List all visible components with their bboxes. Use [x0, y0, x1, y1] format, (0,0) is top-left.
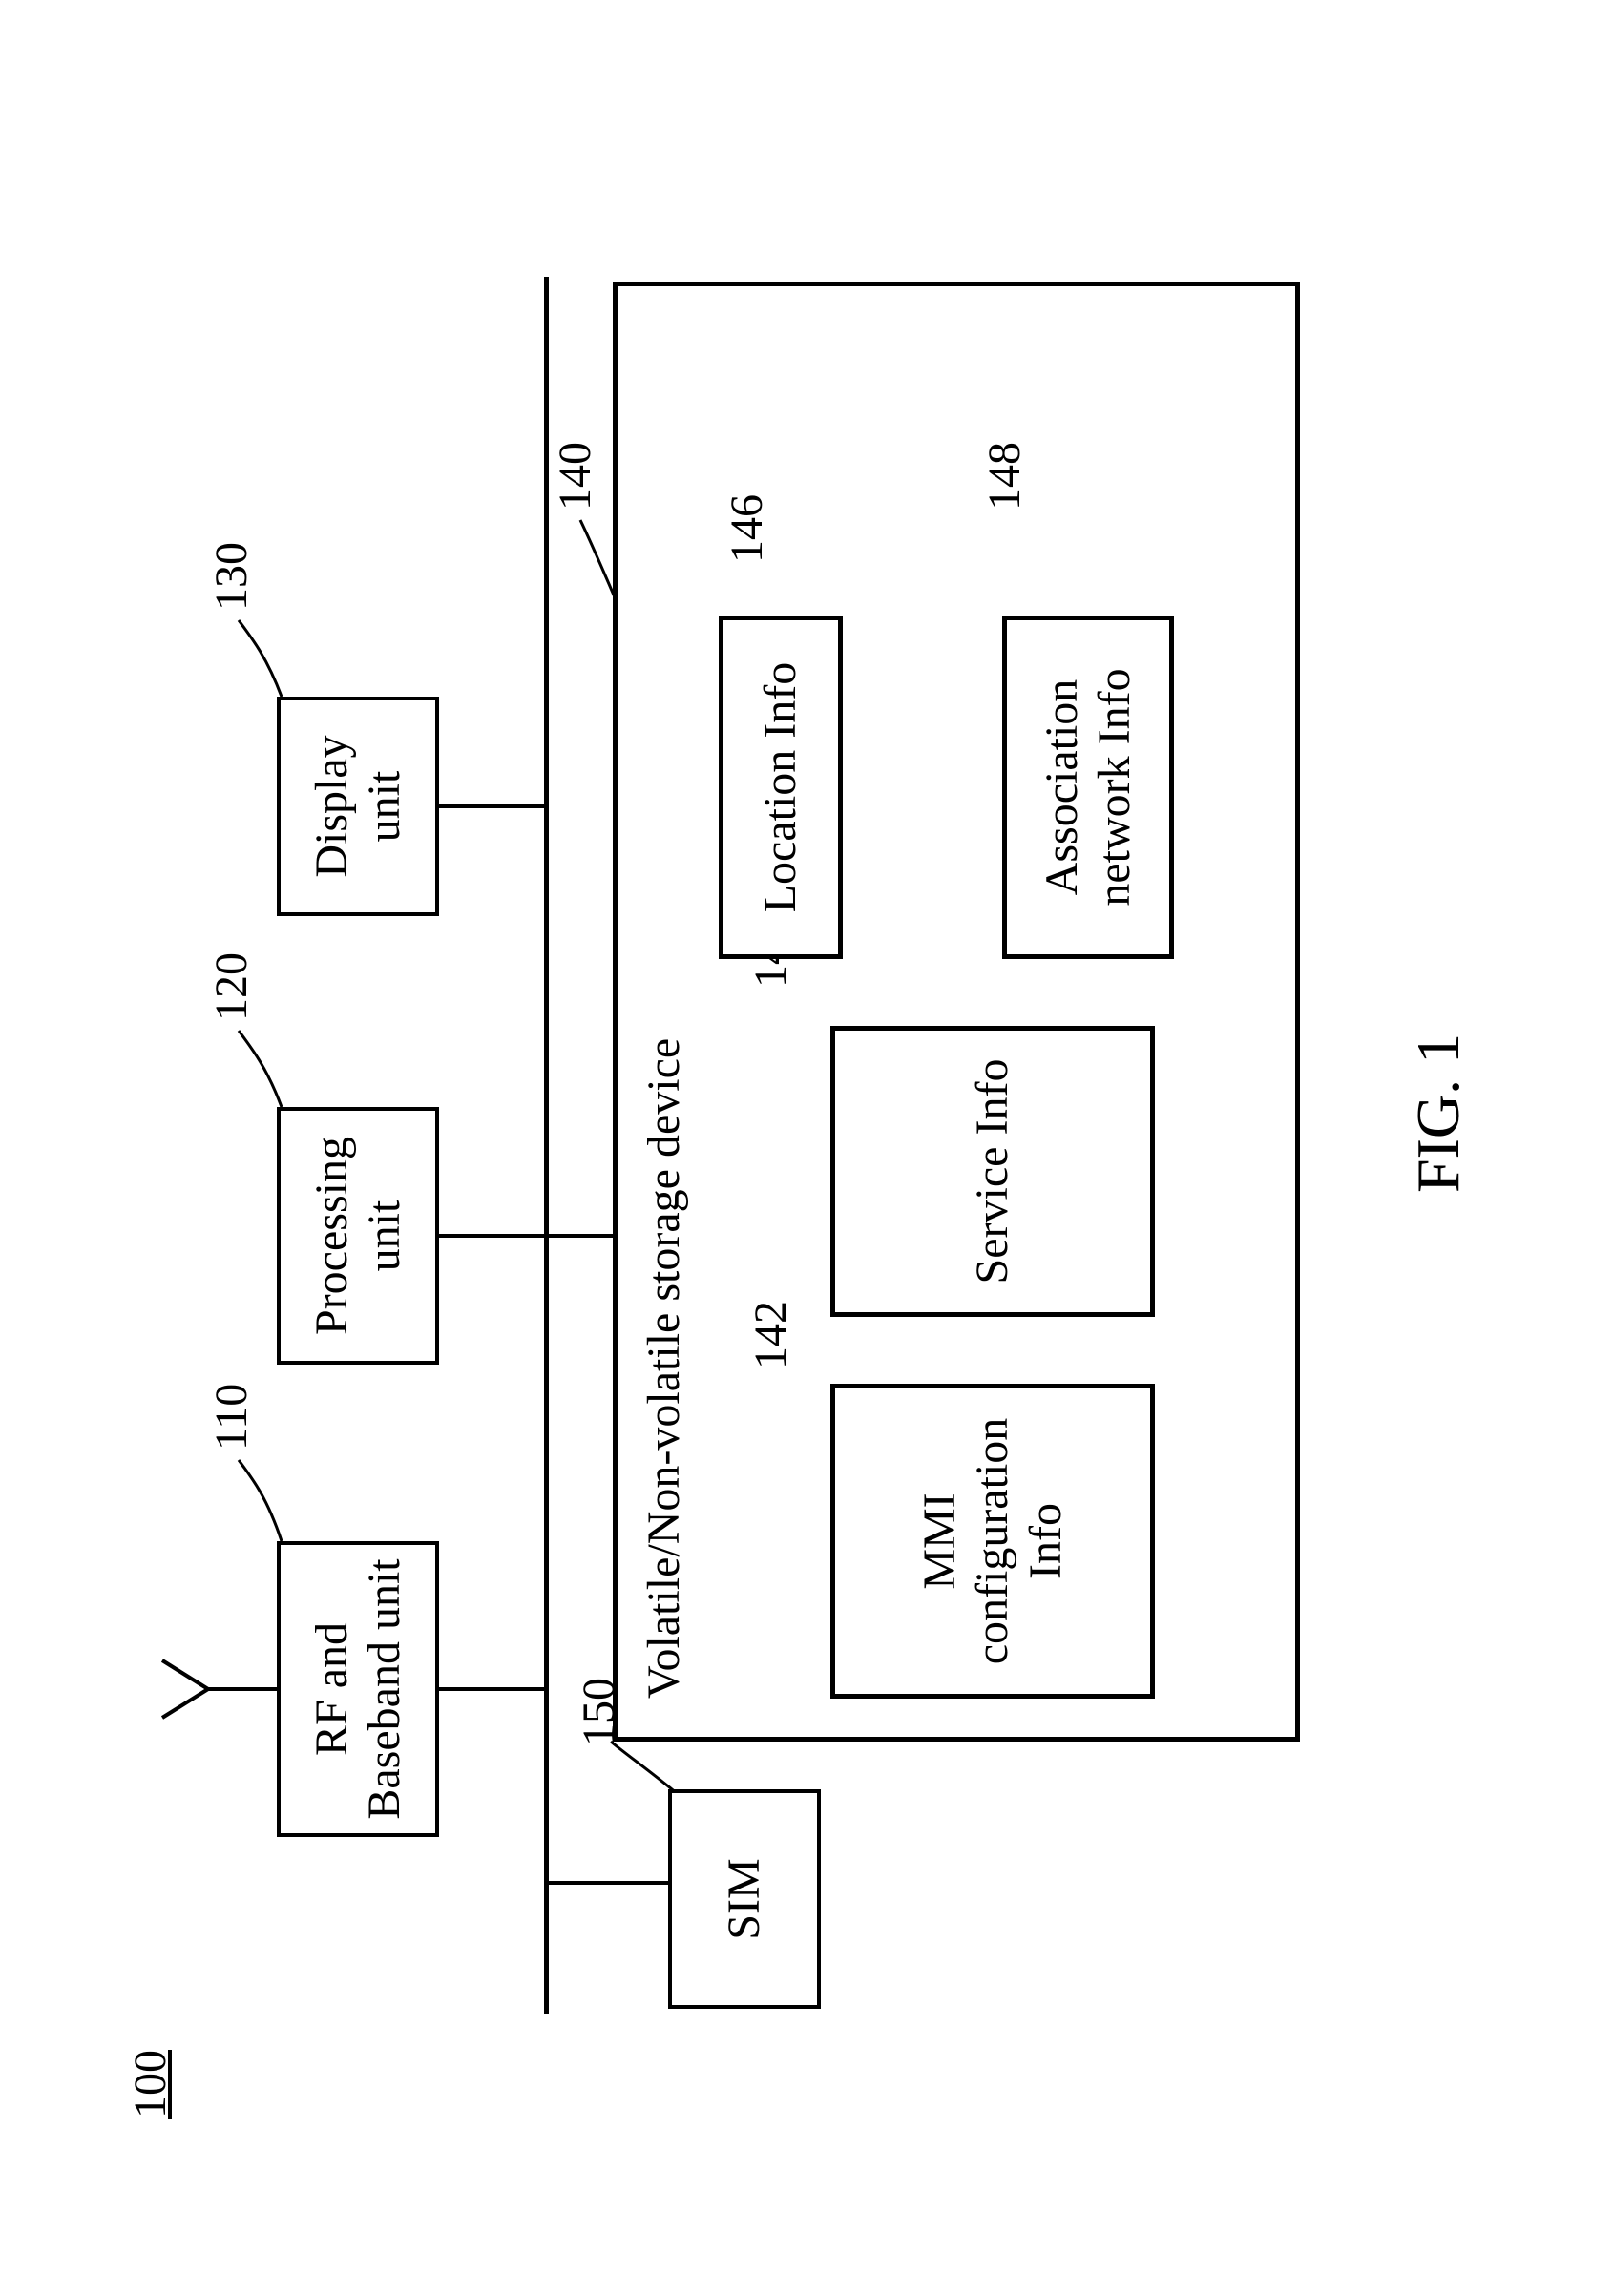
stub-sim [546, 1881, 670, 1885]
stub-proc [439, 1234, 546, 1238]
antenna-icon [162, 1660, 220, 1718]
sim-label: SIM [718, 1858, 770, 1939]
stub-rf [439, 1687, 546, 1691]
ref-142: 142 [744, 1301, 797, 1369]
service-info: Service Info [830, 1026, 1155, 1317]
assoc-l1: Association [1036, 679, 1088, 896]
disp-line2: unit [358, 771, 410, 843]
processing-unit: Processing unit [277, 1107, 439, 1365]
ref-110: 110 [205, 1384, 258, 1451]
mmi-config-info: MMI configuration Info [830, 1384, 1155, 1699]
assoc-l2: network Info [1088, 668, 1141, 906]
mmi-l1: MMI [913, 1492, 966, 1589]
rf-line1: RF and [305, 1622, 358, 1756]
stub-disp [439, 804, 546, 808]
figure-caption: FIG. 1 [1403, 1033, 1474, 1193]
stub-storage [546, 1234, 613, 1238]
sim-block: SIM [668, 1789, 821, 2009]
svc-l1: Service Info [966, 1059, 1018, 1284]
block-diagram: 100 RF and Baseband unit Processing unit… [95, 48, 1527, 2147]
proc-line1: Processing [305, 1137, 358, 1335]
rf-line2: Baseband unit [358, 1558, 410, 1819]
mmi-l3: Info [1019, 1503, 1072, 1579]
location-info: Location Info [719, 616, 843, 959]
display-unit: Display unit [277, 697, 439, 916]
mmi-l2: configuration [966, 1418, 1018, 1665]
system-bus [544, 277, 549, 2014]
proc-line2: unit [358, 1200, 410, 1272]
ref-148: 148 [978, 442, 1031, 511]
ref-146: 146 [721, 494, 773, 563]
ref-130: 130 [205, 542, 258, 611]
disp-line1: Display [305, 735, 358, 877]
ref-140: 140 [549, 442, 601, 511]
rf-baseband-unit: RF and Baseband unit [277, 1541, 439, 1837]
ref-100: 100 [124, 2050, 177, 2119]
association-network-info: Association network Info [1002, 616, 1174, 959]
storage-title: Volatile/Non-volatile storage device [638, 1038, 690, 1699]
loc-l1: Location Info [754, 662, 806, 913]
ref-120: 120 [205, 952, 258, 1021]
